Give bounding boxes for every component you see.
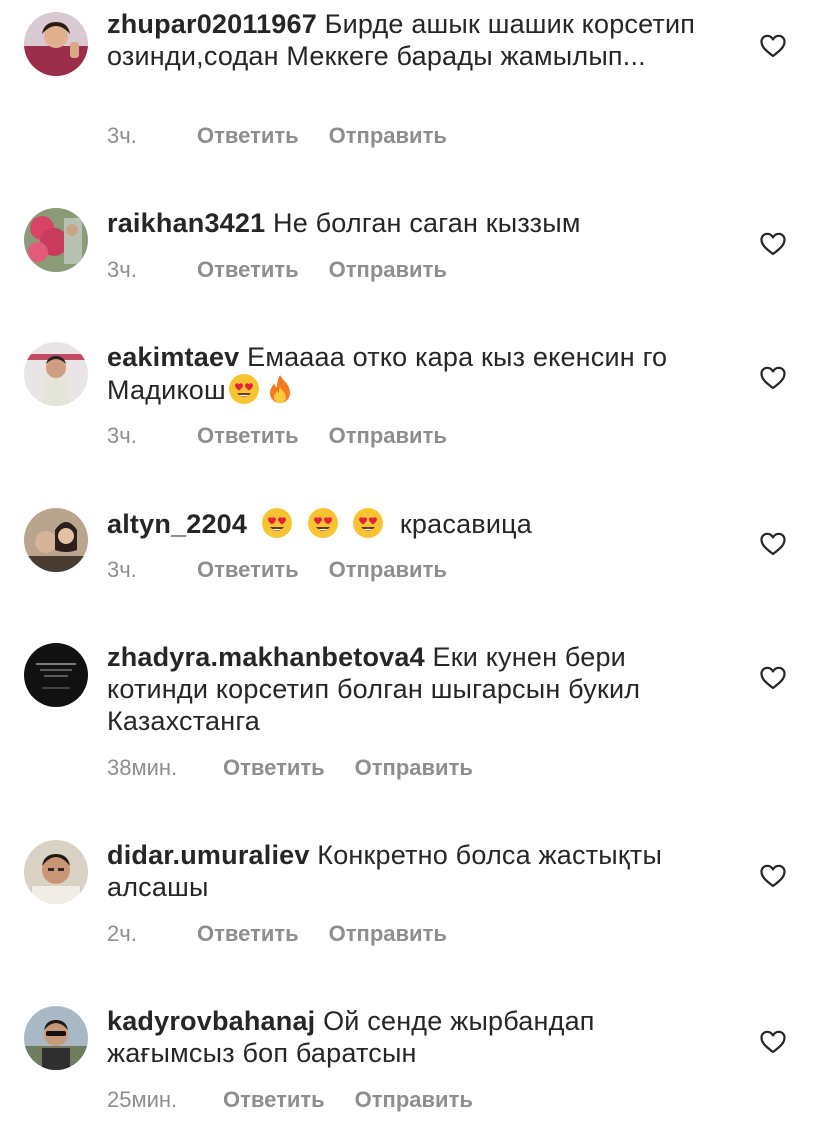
heart-eyes-emoji-icon [228, 373, 260, 405]
reply-button[interactable]: Ответить [197, 123, 299, 149]
avatar[interactable] [24, 840, 88, 904]
heart-outline-icon[interactable] [760, 531, 786, 557]
comment-body: Не болган саган кыззым [273, 208, 581, 238]
reply-button[interactable]: Ответить [197, 921, 299, 947]
send-button[interactable]: Отправить [355, 1087, 473, 1113]
heart-eyes-emoji-icon [261, 507, 293, 539]
username[interactable]: kadyrovbahanaj [107, 1006, 315, 1036]
timestamp: 2ч. [107, 921, 137, 946]
fire-emoji-icon [264, 373, 296, 405]
username[interactable]: didar.umuraliev [107, 840, 310, 870]
username[interactable]: zhadyra.makhanbetova4 [107, 642, 425, 672]
comment-text: eakimtaev Емаааа отко кара кыз екенсин г… [107, 341, 727, 406]
reply-button[interactable]: Ответить [197, 423, 299, 449]
heart-outline-icon[interactable] [760, 33, 786, 59]
send-button[interactable]: Отправить [329, 123, 447, 149]
heart-outline-icon[interactable] [760, 665, 786, 691]
comment-meta: 2ч. Ответить Отправить [107, 921, 447, 947]
reply-button[interactable]: Ответить [197, 557, 299, 583]
reply-button[interactable]: Ответить [223, 1087, 325, 1113]
avatar[interactable] [24, 342, 88, 406]
comment-text: zhadyra.makhanbetova4 Еки кунен бери кот… [107, 641, 727, 737]
avatar[interactable] [24, 643, 88, 707]
avatar[interactable] [24, 508, 88, 572]
heart-outline-icon[interactable] [760, 1029, 786, 1055]
send-button[interactable]: Отправить [329, 423, 447, 449]
timestamp: 38мин. [107, 755, 178, 780]
comment-meta: 3ч. Ответить Отправить [107, 123, 447, 149]
send-button[interactable]: Отправить [329, 557, 447, 583]
username[interactable]: zhupar02011967 [107, 9, 317, 39]
comment-meta: 25мин. Ответить Отправить [107, 1087, 473, 1113]
comment-text: kadyrovbahanaj Ой сенде жырбандап жағымс… [107, 1005, 727, 1069]
username[interactable]: raikhan3421 [107, 208, 265, 238]
comment-text: didar.umuraliev Конкретно болса жастықты… [107, 839, 727, 903]
comment-meta: 3ч. Ответить Отправить [107, 557, 447, 583]
comment-meta: 38мин. Ответить Отправить [107, 755, 473, 781]
send-button[interactable]: Отправить [329, 257, 447, 283]
timestamp: 3ч. [107, 557, 137, 582]
heart-outline-icon[interactable] [760, 231, 786, 257]
username[interactable]: altyn_2204 [107, 509, 247, 539]
heart-eyes-emoji-icon [352, 507, 384, 539]
avatar[interactable] [24, 208, 88, 272]
comment-text: altyn_2204 красавица [107, 507, 727, 540]
timestamp: 3ч. [107, 423, 137, 448]
timestamp: 3ч. [107, 123, 137, 148]
send-button[interactable]: Отправить [329, 921, 447, 947]
avatar[interactable] [24, 12, 88, 76]
timestamp: 3ч. [107, 257, 137, 282]
reply-button[interactable]: Ответить [197, 257, 299, 283]
avatar[interactable] [24, 1006, 88, 1070]
reply-button[interactable]: Ответить [223, 755, 325, 781]
timestamp: 25мин. [107, 1087, 178, 1112]
heart-outline-icon[interactable] [760, 863, 786, 889]
comment-text: raikhan3421 Не болган саган кыззым [107, 207, 727, 239]
comment-meta: 3ч. Ответить Отправить [107, 257, 447, 283]
comment-text: zhupar02011967 Бирде ашык шашик корсетип… [107, 8, 727, 72]
comment-meta: 3ч. Ответить Отправить [107, 423, 447, 449]
heart-outline-icon[interactable] [760, 365, 786, 391]
comment-body: красавица [399, 509, 532, 539]
heart-eyes-emoji-icon [307, 507, 339, 539]
username[interactable]: eakimtaev [107, 342, 239, 372]
send-button[interactable]: Отправить [355, 755, 473, 781]
